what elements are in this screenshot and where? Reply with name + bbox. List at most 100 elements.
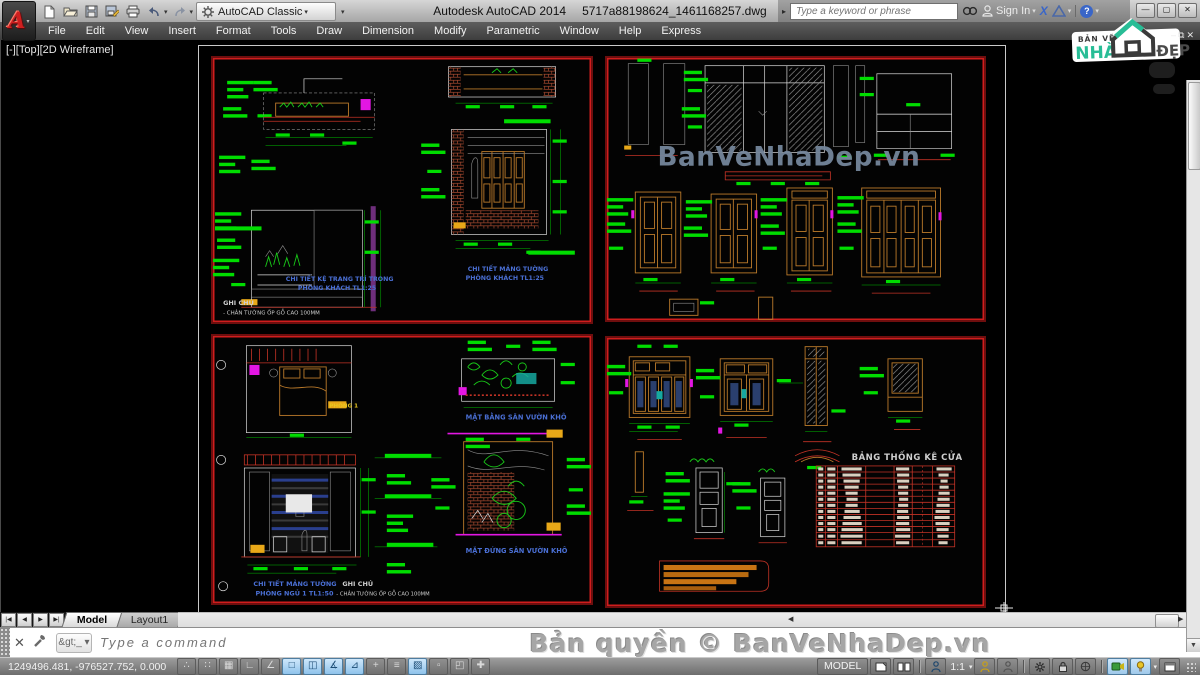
search-input[interactable]	[794, 5, 954, 18]
redo-dropdown[interactable]: ▾	[190, 8, 194, 16]
drawings-quickview-icon[interactable]	[893, 658, 914, 675]
menu-tools[interactable]: Tools	[261, 22, 307, 40]
redo-icon[interactable]	[171, 3, 189, 20]
snap-mode-toggle[interactable]: ∷	[198, 658, 217, 675]
menu-format[interactable]: Format	[206, 22, 261, 40]
exchange-apps-icon[interactable]: X	[1040, 4, 1048, 18]
annotation-scale-person-icon[interactable]	[925, 658, 946, 675]
save-as-icon[interactable]	[103, 3, 121, 20]
title-bar: ▾ ▾ AutoCAD Classic ▾ ▾ Autodesk AutoCAD…	[0, 0, 1200, 23]
vp3-drawing: PHÒNG 1	[213, 336, 591, 603]
command-input[interactable]	[98, 634, 422, 651]
undo-icon[interactable]	[145, 3, 163, 20]
vp4-schedule-table	[816, 466, 954, 547]
navbar-pill	[1153, 84, 1175, 94]
vp3-note-title: GHI CHÚ	[342, 579, 373, 588]
infer-constraints-toggle[interactable]: ∴	[177, 658, 196, 675]
annotation-scale-dropdown[interactable]: ▾	[969, 663, 973, 671]
annotation-monitor-toggle[interactable]: ✚	[471, 658, 490, 675]
qat-overflow-dropdown[interactable]: ▾	[341, 8, 345, 16]
quick-access-toolbar: ▾ ▾ AutoCAD Classic ▾ ▾	[40, 2, 345, 21]
vertical-scrollbar[interactable]: ▼	[1186, 80, 1200, 652]
menu-parametric[interactable]: Parametric	[476, 22, 549, 40]
menu-dimension[interactable]: Dimension	[352, 22, 424, 40]
infocenter-expand-icon[interactable]: ▸	[782, 7, 786, 16]
menu-file[interactable]: File	[38, 22, 76, 40]
vp1-caption-wall-line1: CHI TIẾT MẢNG TƯỜNG	[468, 263, 549, 273]
vp4-drawing: BẢNG THỐNG KÊ CỬA	[607, 338, 984, 606]
menu-help[interactable]: Help	[609, 22, 652, 40]
tab-first-button[interactable]: |◀	[1, 613, 16, 627]
sign-in-dropdown[interactable]: ▾	[1032, 7, 1036, 15]
dynamic-ucs-toggle[interactable]: ⊿	[345, 658, 364, 675]
transparency-toggle[interactable]: ▨	[408, 658, 427, 675]
lineweight-toggle[interactable]: ≡	[387, 658, 406, 675]
clean-screen-icon[interactable]	[1159, 658, 1180, 675]
annotation-visibility-icon[interactable]	[974, 658, 995, 675]
document-window-controls[interactable]: –⧉✕	[1171, 30, 1196, 41]
toolbar-lock-icon[interactable]	[1052, 658, 1073, 675]
help-dropdown[interactable]: ▾	[1095, 7, 1099, 15]
status-bar-right-cluster: MODEL 1:1 ▾ ▾	[817, 658, 1200, 675]
search-box	[790, 3, 958, 20]
vp3-caption-elev: MẶT ĐỨNG SÂN VƯỜN KHÔ	[466, 546, 568, 555]
layout-quickview-icon[interactable]	[870, 658, 891, 675]
workspace-dropdown[interactable]: AutoCAD Classic ▾	[196, 2, 336, 21]
undo-dropdown[interactable]: ▾	[164, 8, 168, 16]
menu-view[interactable]: View	[115, 22, 159, 40]
tab-next-button[interactable]: ▶	[33, 613, 48, 627]
hscroll-right-arrow[interactable]: ▶	[1178, 615, 1183, 623]
vscroll-down-arrow[interactable]: ▼	[1187, 638, 1200, 652]
hscroll-thumb[interactable]	[1155, 614, 1179, 628]
customize-wrench-icon[interactable]	[32, 633, 48, 649]
autoscale-icon[interactable]	[997, 658, 1018, 675]
command-prompt-button[interactable]: &gt;_ ▾	[56, 633, 92, 653]
dynamic-input-toggle[interactable]: +	[366, 658, 385, 675]
search-icon[interactable]	[962, 5, 978, 17]
hscroll-left-arrow[interactable]: ◀	[788, 615, 793, 623]
tab-nav-buttons: |◀ ◀ ▶ ▶|	[1, 613, 64, 627]
menu-window[interactable]: Window	[550, 22, 609, 40]
vp1-caption-wall-line2: PHÒNG KHÁCH TL1:25	[466, 273, 544, 282]
hardware-acceleration-icon[interactable]	[1107, 658, 1128, 675]
object-snap-tracking-toggle[interactable]: ∡	[324, 658, 343, 675]
menu-modify[interactable]: Modify	[424, 22, 476, 40]
object-snap-toggle[interactable]: □	[282, 658, 301, 675]
menu-draw[interactable]: Draw	[306, 22, 352, 40]
vp1-caption-shelf-line2: PHÒNG KHÁCH TL1:25	[298, 283, 376, 292]
command-close-icon[interactable]: ✕	[14, 635, 25, 651]
workspace-switching-gear-icon[interactable]	[1029, 658, 1050, 675]
polar-tracking-toggle[interactable]: ∠	[261, 658, 280, 675]
open-file-icon[interactable]	[61, 3, 79, 20]
menu-insert[interactable]: Insert	[158, 22, 206, 40]
status-overflow-dropdown[interactable]: ▾	[1153, 663, 1157, 671]
tab-layout1[interactable]: Layout1	[116, 612, 184, 627]
vscroll-thumb[interactable]	[1188, 82, 1200, 170]
tab-prev-button[interactable]: ◀	[17, 613, 32, 627]
grid-display-toggle[interactable]: ▦	[219, 658, 238, 675]
vp3-caption-plan: MẶT BẰNG SÂN VƯỜN KHÔ	[466, 411, 567, 421]
viewport-controls-label[interactable]: [-][Top][2D Wireframe]	[6, 44, 114, 56]
drawing-canvas[interactable]: [-][Top][2D Wireframe]	[0, 40, 1200, 612]
sign-in-button[interactable]: Sign In	[982, 5, 1030, 17]
new-file-icon[interactable]	[40, 3, 58, 20]
a360-icon[interactable]	[1052, 5, 1066, 17]
status-globe-icon[interactable]	[1075, 658, 1096, 675]
tab-model[interactable]: Model	[62, 612, 123, 627]
horizontal-scrollbar[interactable]: ◀ ▶	[178, 612, 1186, 628]
a360-dropdown[interactable]: ▾	[1068, 7, 1072, 15]
save-icon[interactable]	[82, 3, 100, 20]
plot-icon[interactable]	[124, 3, 142, 20]
menu-express[interactable]: Express	[651, 22, 711, 40]
quick-properties-toggle[interactable]: ▫	[429, 658, 448, 675]
isolate-objects-bulb-icon[interactable]	[1130, 658, 1151, 675]
model-space-button[interactable]: MODEL	[817, 658, 868, 675]
application-menu-button[interactable]: A▾	[2, 1, 36, 41]
ortho-mode-toggle[interactable]: ∟	[240, 658, 259, 675]
object-snap-3d-toggle[interactable]: ◫	[303, 658, 322, 675]
menu-edit[interactable]: Edit	[76, 22, 115, 40]
selection-cycling-toggle[interactable]: ◰	[450, 658, 469, 675]
annotation-scale-value[interactable]: 1:1	[950, 661, 965, 673]
resize-grip[interactable]	[1186, 662, 1196, 672]
command-bar-grip[interactable]	[0, 628, 10, 658]
